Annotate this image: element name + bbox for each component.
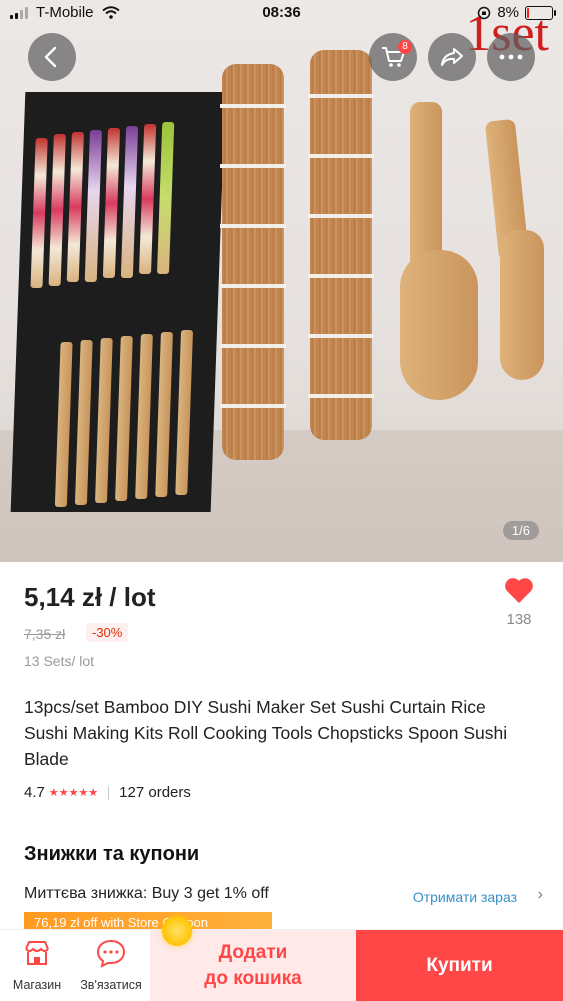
wishlist-button[interactable]: 138	[498, 577, 540, 628]
rating-row[interactable]: 4.7 ★★★★★ 127 orders	[24, 784, 191, 801]
floating-coin-icon[interactable]	[162, 916, 192, 946]
chevron-right-icon[interactable]: ›	[538, 886, 543, 904]
add-to-cart-label-line2: до кошика	[204, 967, 302, 989]
bottom-action-bar: Магазин Зв'язатися Додати до кошика Купи…	[0, 929, 563, 1001]
chopstick	[156, 122, 175, 274]
status-bar: T-Mobile 08:36 8%	[0, 0, 563, 26]
rating-value: 4.7	[24, 784, 45, 801]
bamboo-mat	[220, 64, 286, 460]
discount-badge: -30%	[86, 623, 129, 642]
more-icon	[499, 54, 523, 60]
discounts-section-title: Знижки та купони	[24, 843, 200, 865]
share-icon	[441, 48, 463, 66]
chopstick	[54, 342, 73, 507]
rice-spoon-handle	[410, 102, 442, 272]
chopstick	[74, 340, 93, 505]
orders-count: 127 orders	[119, 784, 191, 801]
chopstick	[102, 128, 121, 278]
add-to-cart-label-line1: Додати	[218, 941, 288, 963]
image-counter: 1/6	[502, 521, 539, 540]
battery-icon	[525, 5, 556, 20]
chat-label: Зв'язатися	[80, 978, 142, 992]
lot-info: 13 Sets/ lot	[24, 653, 95, 669]
product-image[interactable]: 1/6	[0, 0, 563, 562]
chopstick	[30, 138, 48, 288]
chopstick	[120, 126, 139, 278]
share-button[interactable]	[428, 33, 476, 81]
product-title: 13pcs/set Bamboo DIY Sushi Maker Set Sus…	[24, 697, 508, 769]
cart-count-badge: 8	[398, 40, 412, 54]
chopstick	[94, 338, 113, 503]
chopstick	[115, 336, 133, 501]
bamboo-mat	[308, 50, 374, 440]
chopstick	[138, 124, 157, 274]
store-label: Магазин	[12, 978, 62, 992]
cart-button[interactable]: 8	[369, 33, 417, 81]
battery-level	[527, 7, 529, 18]
chopstick	[155, 332, 173, 497]
instant-discount-text: Миттєва знижка: Buy 3 get 1% off	[24, 885, 269, 902]
heart-icon	[505, 578, 533, 603]
get-now-link[interactable]: Отримати зараз	[413, 889, 517, 905]
divider	[108, 785, 110, 800]
chopstick	[48, 134, 66, 286]
orientation-lock-icon	[478, 6, 491, 19]
wishlist-count: 138	[506, 611, 532, 628]
store-icon	[25, 941, 49, 965]
chopstick	[175, 330, 194, 495]
chat-button[interactable]: Зв'язатися	[74, 930, 148, 1001]
chopstick	[66, 132, 84, 282]
paddle-blade	[500, 230, 544, 380]
back-button[interactable]	[28, 33, 76, 81]
chopstick	[135, 334, 153, 499]
battery-percent: 8%	[497, 4, 519, 21]
store-button[interactable]: Магазин	[0, 930, 74, 1001]
original-price: 7,35 zł	[24, 626, 66, 642]
product-price: 5,14 zł / lot	[24, 582, 156, 612]
chevron-left-icon	[44, 46, 57, 68]
rice-spoon-head	[400, 250, 478, 400]
chopstick	[84, 130, 103, 282]
buy-now-button[interactable]: Купити	[356, 930, 563, 1001]
chopstick-holder	[10, 92, 226, 512]
chat-icon	[96, 939, 126, 968]
more-button[interactable]	[487, 33, 535, 81]
star-rating-icon: ★★★★★	[48, 787, 99, 799]
